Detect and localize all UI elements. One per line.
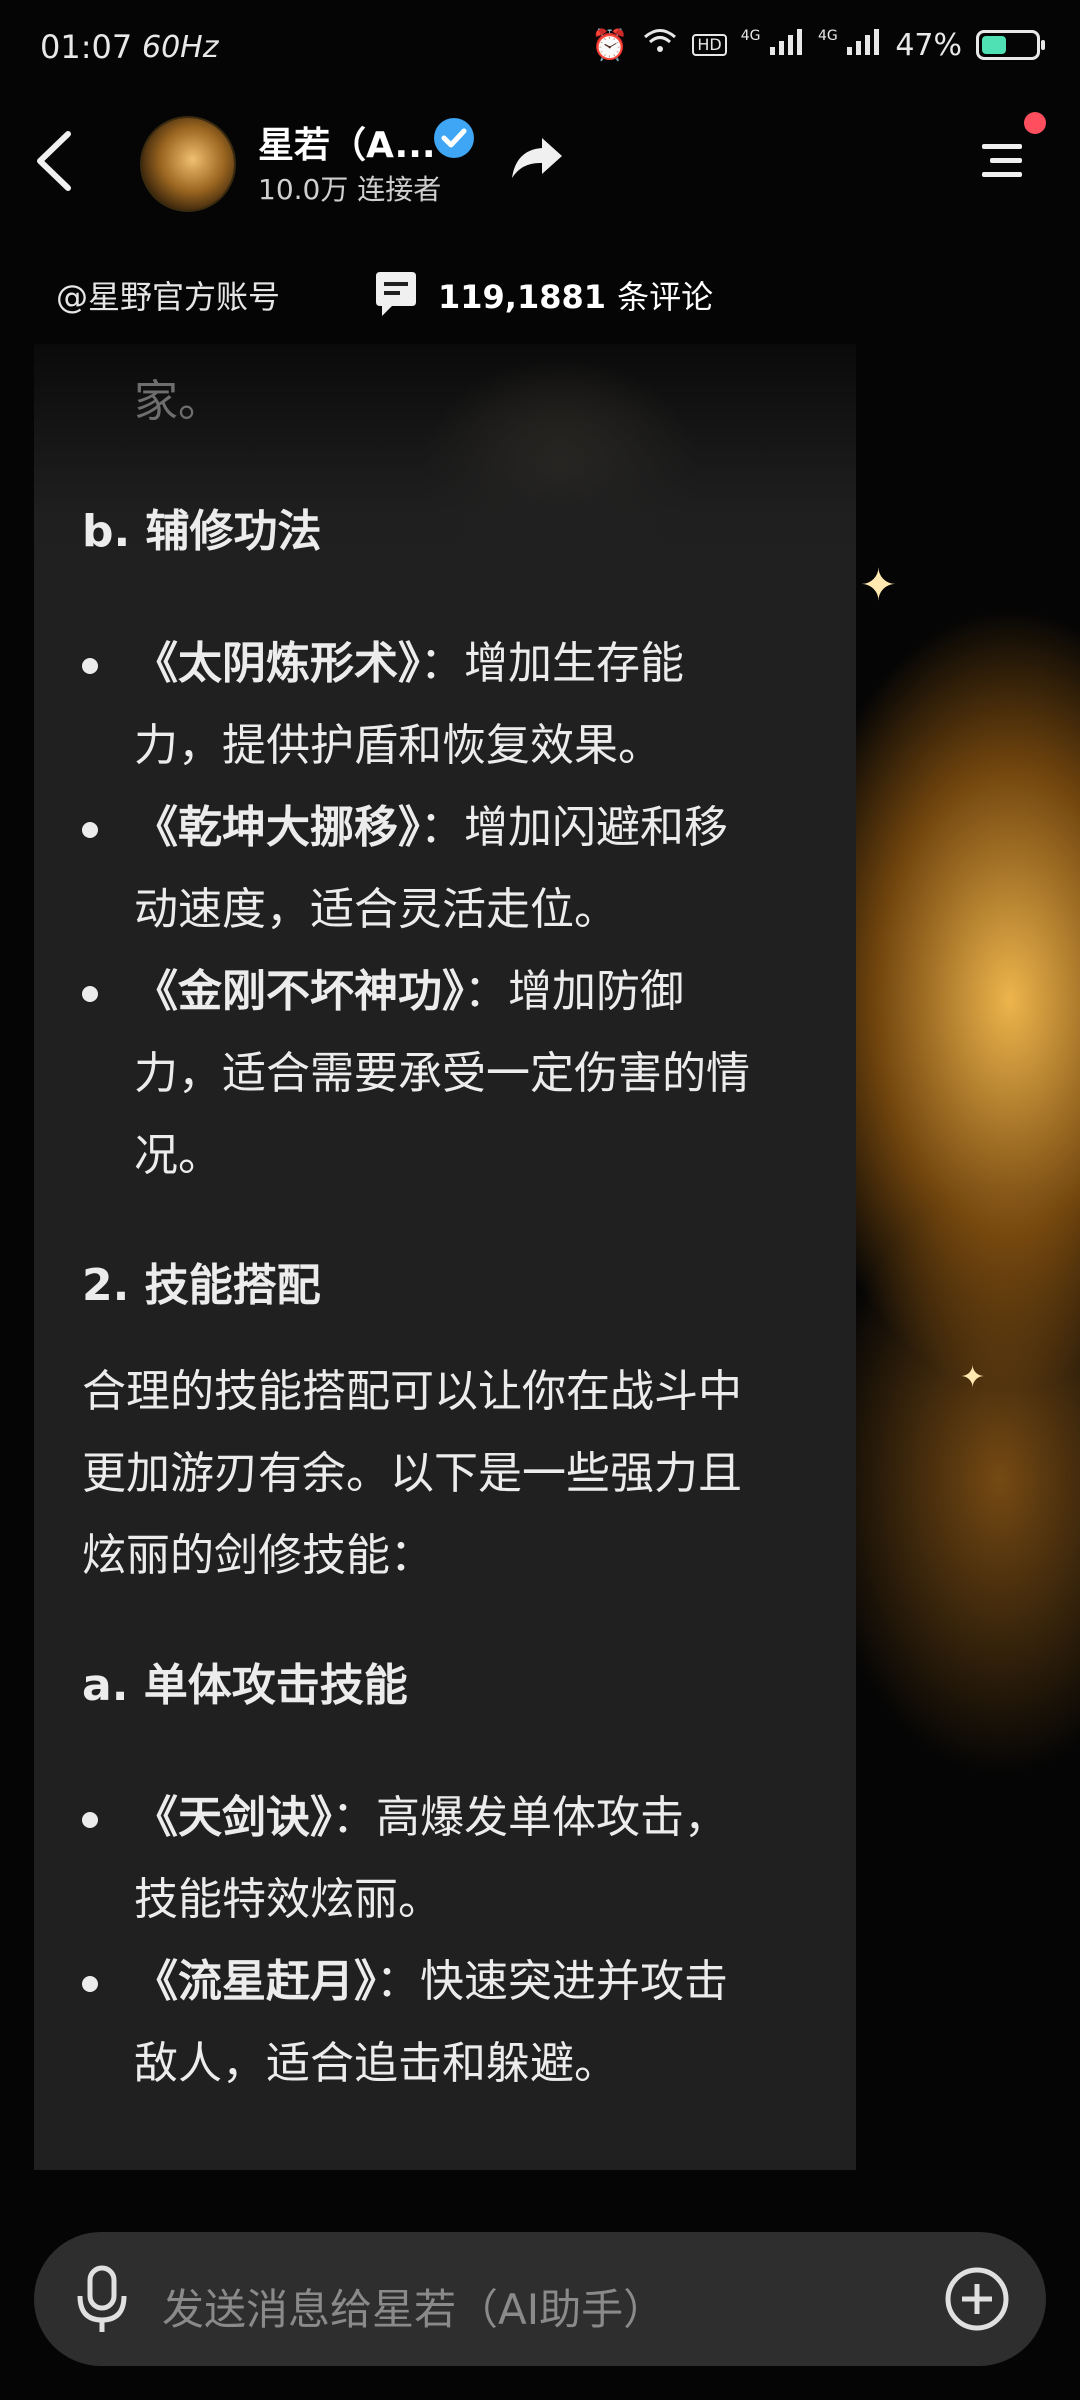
text-line: 力，提供护盾和恢复效果。: [134, 720, 662, 771]
item-desc: ：增加防御: [464, 966, 684, 1017]
official-account-link[interactable]: @星野官方账号: [56, 272, 280, 318]
item-title: 《天剑诀》: [134, 1792, 332, 1843]
verified-icon: [432, 116, 476, 160]
text-line: 敌人，适合追击和躲避。: [134, 2038, 618, 2089]
list-item: 《金刚不坏神功》：增加防御: [134, 970, 684, 1014]
chat-header: 星若（A... 10.0万 连接者: [0, 96, 1080, 226]
item-desc: ：增加闪避和移: [420, 802, 728, 853]
comment-count-link[interactable]: 119,1881 条评论: [438, 272, 713, 318]
alarm-icon: ⏰: [590, 27, 629, 63]
comment-unit: 条评论: [617, 278, 714, 316]
bullet-dot: [82, 1812, 98, 1828]
item-desc: ：高爆发单体攻击，: [332, 1792, 728, 1843]
signal-icon: 4G: [741, 28, 804, 63]
comment-count: 119,1881: [438, 278, 607, 316]
status-bar: 01:07 60Hz ⏰ HD 4G 4G 47%: [0, 0, 1080, 96]
back-icon[interactable]: [28, 126, 88, 196]
text-line: 力，适合需要承受一定伤害的情: [134, 1048, 750, 1099]
share-icon[interactable]: [508, 134, 566, 184]
text-line: 动速度，适合灵活走位。: [134, 884, 618, 935]
wifi-icon: [642, 26, 678, 64]
info-row: @星野官方账号 119,1881 条评论: [0, 258, 1080, 328]
list-item: 《流星赶月》：快速突进并攻击: [134, 1960, 728, 2004]
sparkle-icon: ✦: [960, 1360, 986, 1395]
item-desc: ：快速突进并攻击: [376, 1956, 728, 2007]
item-title: 《流星赶月》: [134, 1956, 376, 2007]
section-heading: b. 辅修功法: [82, 506, 322, 557]
page-title[interactable]: 星若（A...: [258, 116, 436, 168]
text-line: 合理的技能搭配可以让你在战斗中: [82, 1366, 742, 1417]
item-title: 《乾坤大挪移》: [134, 802, 420, 853]
status-icons: ⏰ HD 4G 4G 47%: [590, 26, 1045, 64]
list-item: 《太阴炼形术》：增加生存能: [134, 642, 684, 686]
notification-dot: [1024, 112, 1046, 134]
comment-icon[interactable]: [372, 270, 420, 318]
status-time: 01:07: [40, 28, 133, 66]
sparkle-icon: ✦: [860, 560, 897, 611]
add-icon[interactable]: [944, 2266, 1010, 2332]
text-line: 更加游刃有余。以下是一些强力且: [82, 1448, 742, 1499]
status-refresh-rate: 60Hz: [142, 30, 219, 65]
text-line: 炫丽的剑修技能：: [82, 1530, 434, 1581]
signal-icon-2: 4G: [818, 28, 881, 63]
text-line: 技能特效炫丽。: [134, 1874, 442, 1925]
battery-percent: 47%: [895, 27, 962, 63]
battery-level: [982, 36, 1006, 54]
bullet-dot: [82, 658, 98, 674]
item-title: 《太阴炼形术》: [134, 638, 420, 689]
item-title: 《金刚不坏神功》: [134, 966, 464, 1017]
bullet-dot: [82, 1976, 98, 1992]
list-item: 《乾坤大挪移》：增加闪避和移: [134, 806, 728, 850]
hd-icon: HD: [692, 34, 727, 56]
microphone-icon[interactable]: [74, 2264, 130, 2336]
avatar[interactable]: [140, 116, 236, 212]
message-input[interactable]: 发送消息给星若（AI助手）: [162, 2276, 665, 2337]
menu-icon[interactable]: [978, 136, 1026, 184]
list-item: 《天剑诀》：高爆发单体攻击，: [134, 1796, 728, 1840]
ai-message-card: 家。 b. 辅修功法 《太阴炼形术》：增加生存能 力，提供护盾和恢复效果。 《乾…: [34, 344, 856, 2170]
message-input-bar[interactable]: 发送消息给星若（AI助手）: [34, 2232, 1046, 2366]
follower-count: 10.0万 连接者: [258, 173, 442, 206]
text-line: 家。: [134, 376, 222, 427]
text-line: 况。: [134, 1130, 222, 1181]
item-desc: ：增加生存能: [420, 638, 684, 689]
bullet-dot: [82, 986, 98, 1002]
battery-icon: [976, 30, 1045, 60]
bullet-dot: [82, 822, 98, 838]
section-heading: 2. 技能搭配: [82, 1260, 321, 1311]
section-heading: a. 单体攻击技能: [82, 1660, 408, 1711]
